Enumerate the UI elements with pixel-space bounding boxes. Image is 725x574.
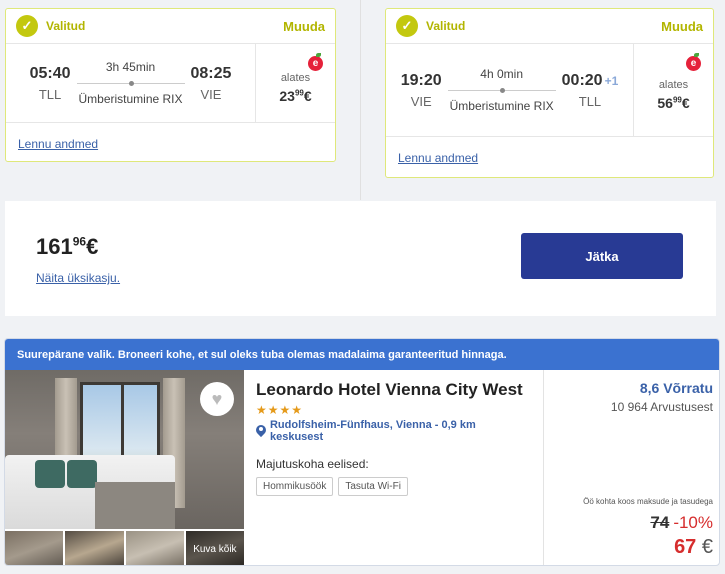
hotel-rating: 8,6 Võrratu (639, 380, 713, 396)
flight-details-link[interactable]: Lennu andmed (18, 137, 98, 151)
perks-list: Hommikusöök Tasuta Wi-Fi (256, 477, 531, 496)
hotel-location-link[interactable]: Rudolfsheim-Fünfhaus, Vienna - 0,9 km ke… (256, 419, 531, 443)
route-info: 05:40 TLL 3h 45min Ümberistumine RIX 08:… (6, 44, 255, 122)
hotel-main: ♥ Kuva kõik Leonardo Hotel Vienna City W… (5, 370, 719, 565)
hotel-price: 67 € (674, 536, 713, 558)
route-line (447, 84, 556, 96)
hotel-price-column: 8,6 Võrratu 10 964 Arvustusest Öö kohta … (544, 370, 719, 565)
flight-route: 19:20 VIE 4h 0min Ümberistumine RIX 00:2… (386, 44, 713, 137)
flight-duration: 4h 0min (480, 67, 523, 81)
flight-price: 2399€ (279, 88, 312, 104)
outbound-flight-card: ✓ Valitud Muuda 05:40 TLL 3h 45min Ümber… (5, 8, 336, 162)
arrival-airport: TLL (578, 93, 602, 109)
thumbnail-strip: Kuva kõik (5, 531, 244, 565)
hotel-location: Rudolfsheim-Fünfhaus, Vienna - 0,9 km ke… (269, 419, 476, 443)
map-pin-icon (256, 425, 266, 437)
from-label: alates (658, 79, 689, 91)
arrival: 00:20 +1 TLL (562, 72, 619, 109)
favorite-heart-icon[interactable]: ♥ (200, 382, 234, 416)
flight-card-footer: Lennu andmed (386, 137, 713, 179)
continue-button[interactable]: Jätka (521, 233, 683, 279)
departure-time: 05:40 (29, 64, 71, 82)
hotel-name[interactable]: Leonardo Hotel Vienna City West (256, 380, 531, 400)
flight-details-link[interactable]: Lennu andmed (398, 151, 478, 165)
discount-badge: -10% (673, 513, 713, 532)
hotel-main-photo[interactable]: ♥ (5, 370, 244, 529)
departure: 05:40 TLL (30, 65, 71, 102)
flight-route: 05:40 TLL 3h 45min Ümberistumine RIX 08:… (6, 44, 335, 123)
show-details-link[interactable]: Näita üksikasju. (36, 271, 120, 285)
stopover-label: Ümberistumine RIX (449, 99, 554, 113)
day-offset-label: +1 (604, 73, 619, 88)
flight-duration-block: 4h 0min Ümberistumine RIX (447, 67, 556, 113)
arrival: 08:25 VIE (191, 65, 232, 102)
perk-tag: Tasuta Wi-Fi (338, 477, 408, 496)
change-flight-button[interactable]: Muuda (283, 19, 325, 34)
hotel-gallery[interactable]: ♥ Kuva kõik (5, 370, 244, 565)
column-divider (360, 0, 361, 200)
price-note: Öö kohta koos maksude ja tasudega (583, 497, 713, 506)
departure-airport: VIE (410, 93, 432, 109)
thumbnail[interactable] (125, 531, 184, 565)
change-flight-button[interactable]: Muuda (661, 19, 703, 34)
stopover-label: Ümberistumine RIX (78, 92, 183, 106)
total-price: 16196€ (36, 234, 99, 259)
throw-decoration (95, 482, 175, 529)
total-price-bar: 16196€ Näita üksikasju. Jätka (5, 201, 716, 316)
hotel-card[interactable]: Suurepärane valik. Broneeri kohe, et sul… (4, 338, 720, 566)
flight-card-footer: Lennu andmed (6, 123, 335, 165)
thumbnail[interactable] (5, 531, 64, 565)
airline-logo-icon: e (686, 53, 701, 71)
selected-chip: ✓ Valitud (16, 15, 85, 37)
flight-card-header: ✓ Valitud Muuda (386, 9, 713, 44)
perk-tag: Hommikusöök (256, 477, 334, 496)
departure-airport: TLL (38, 86, 62, 102)
old-price: 74 (650, 513, 670, 532)
old-price-row: 74 -10% (650, 513, 713, 533)
route-line (76, 77, 185, 89)
star-rating: ★★★★ (256, 403, 304, 417)
check-icon: ✓ (16, 15, 38, 37)
show-all-photos-button[interactable]: Kuva kõik (185, 531, 244, 565)
pillow-decoration (35, 460, 65, 488)
from-label: alates (280, 72, 311, 84)
airline-logo-icon: e (308, 53, 323, 71)
departure-time: 19:20 (400, 71, 442, 89)
selected-label: Valitud (426, 19, 466, 33)
promo-banner: Suurepärane valik. Broneeri kohe, et sul… (5, 339, 719, 370)
departure: 19:20 VIE (401, 72, 442, 109)
flight-price: 5699€ (657, 95, 690, 111)
return-flight-card: ✓ Valitud Muuda 19:20 VIE 4h 0min Ümberi… (385, 8, 714, 178)
arrival-time: 00:20 +1 (561, 71, 619, 89)
arrival-airport: VIE (200, 86, 222, 102)
selected-chip: ✓ Valitud (396, 15, 465, 37)
flight-price-box: e alates 2399€ (255, 44, 335, 122)
review-count: 10 964 Arvustusest (610, 400, 713, 414)
arrival-time: 08:25 (190, 64, 232, 82)
pillow-decoration (67, 460, 97, 488)
thumbnail[interactable] (65, 531, 124, 565)
flight-duration: 3h 45min (105, 60, 156, 74)
check-icon: ✓ (396, 15, 418, 37)
perks-title: Majutuskoha eelised: (256, 457, 369, 471)
hotel-info: Leonardo Hotel Vienna City West ★★★★ Rud… (244, 370, 544, 565)
selected-label: Valitud (46, 19, 86, 33)
flight-price-box: e alates 5699€ (633, 44, 713, 136)
flight-duration-block: 3h 45min Ümberistumine RIX (76, 60, 185, 106)
flight-card-header: ✓ Valitud Muuda (6, 9, 335, 44)
route-info: 19:20 VIE 4h 0min Ümberistumine RIX 00:2… (386, 44, 633, 136)
